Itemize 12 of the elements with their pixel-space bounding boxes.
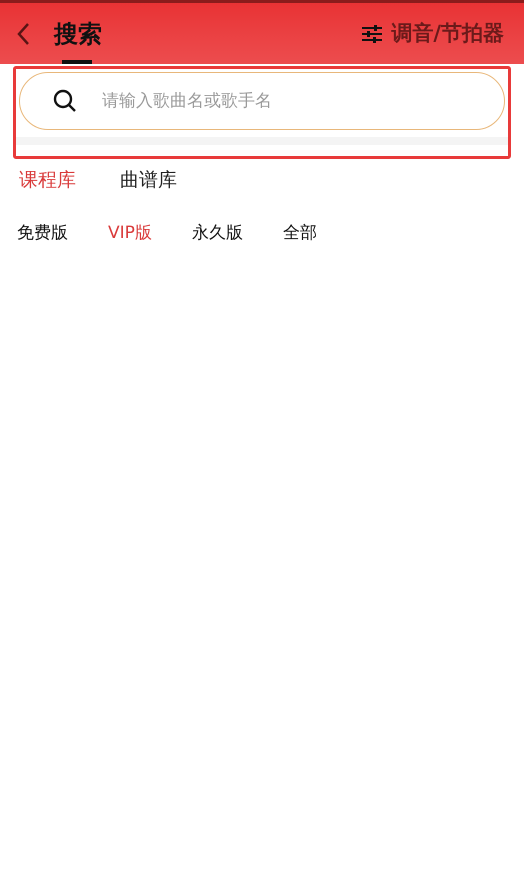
search-icon: [53, 89, 77, 113]
version-filter[interactable]: 全部: [282, 220, 317, 246]
back-icon[interactable]: [16, 22, 30, 46]
title-indicator: [62, 60, 92, 64]
version-filter[interactable]: 免费版: [17, 220, 68, 246]
library-tab[interactable]: 课程库: [19, 166, 76, 194]
search-field[interactable]: 请输入歌曲名或歌手名: [19, 72, 505, 130]
version-filter[interactable]: VIP版: [108, 220, 152, 246]
sliders-icon[interactable]: [361, 24, 384, 42]
version-filter[interactable]: 永久版: [192, 220, 243, 246]
library-tab[interactable]: 曲谱库: [120, 166, 177, 194]
page-title: 搜索: [54, 18, 102, 50]
